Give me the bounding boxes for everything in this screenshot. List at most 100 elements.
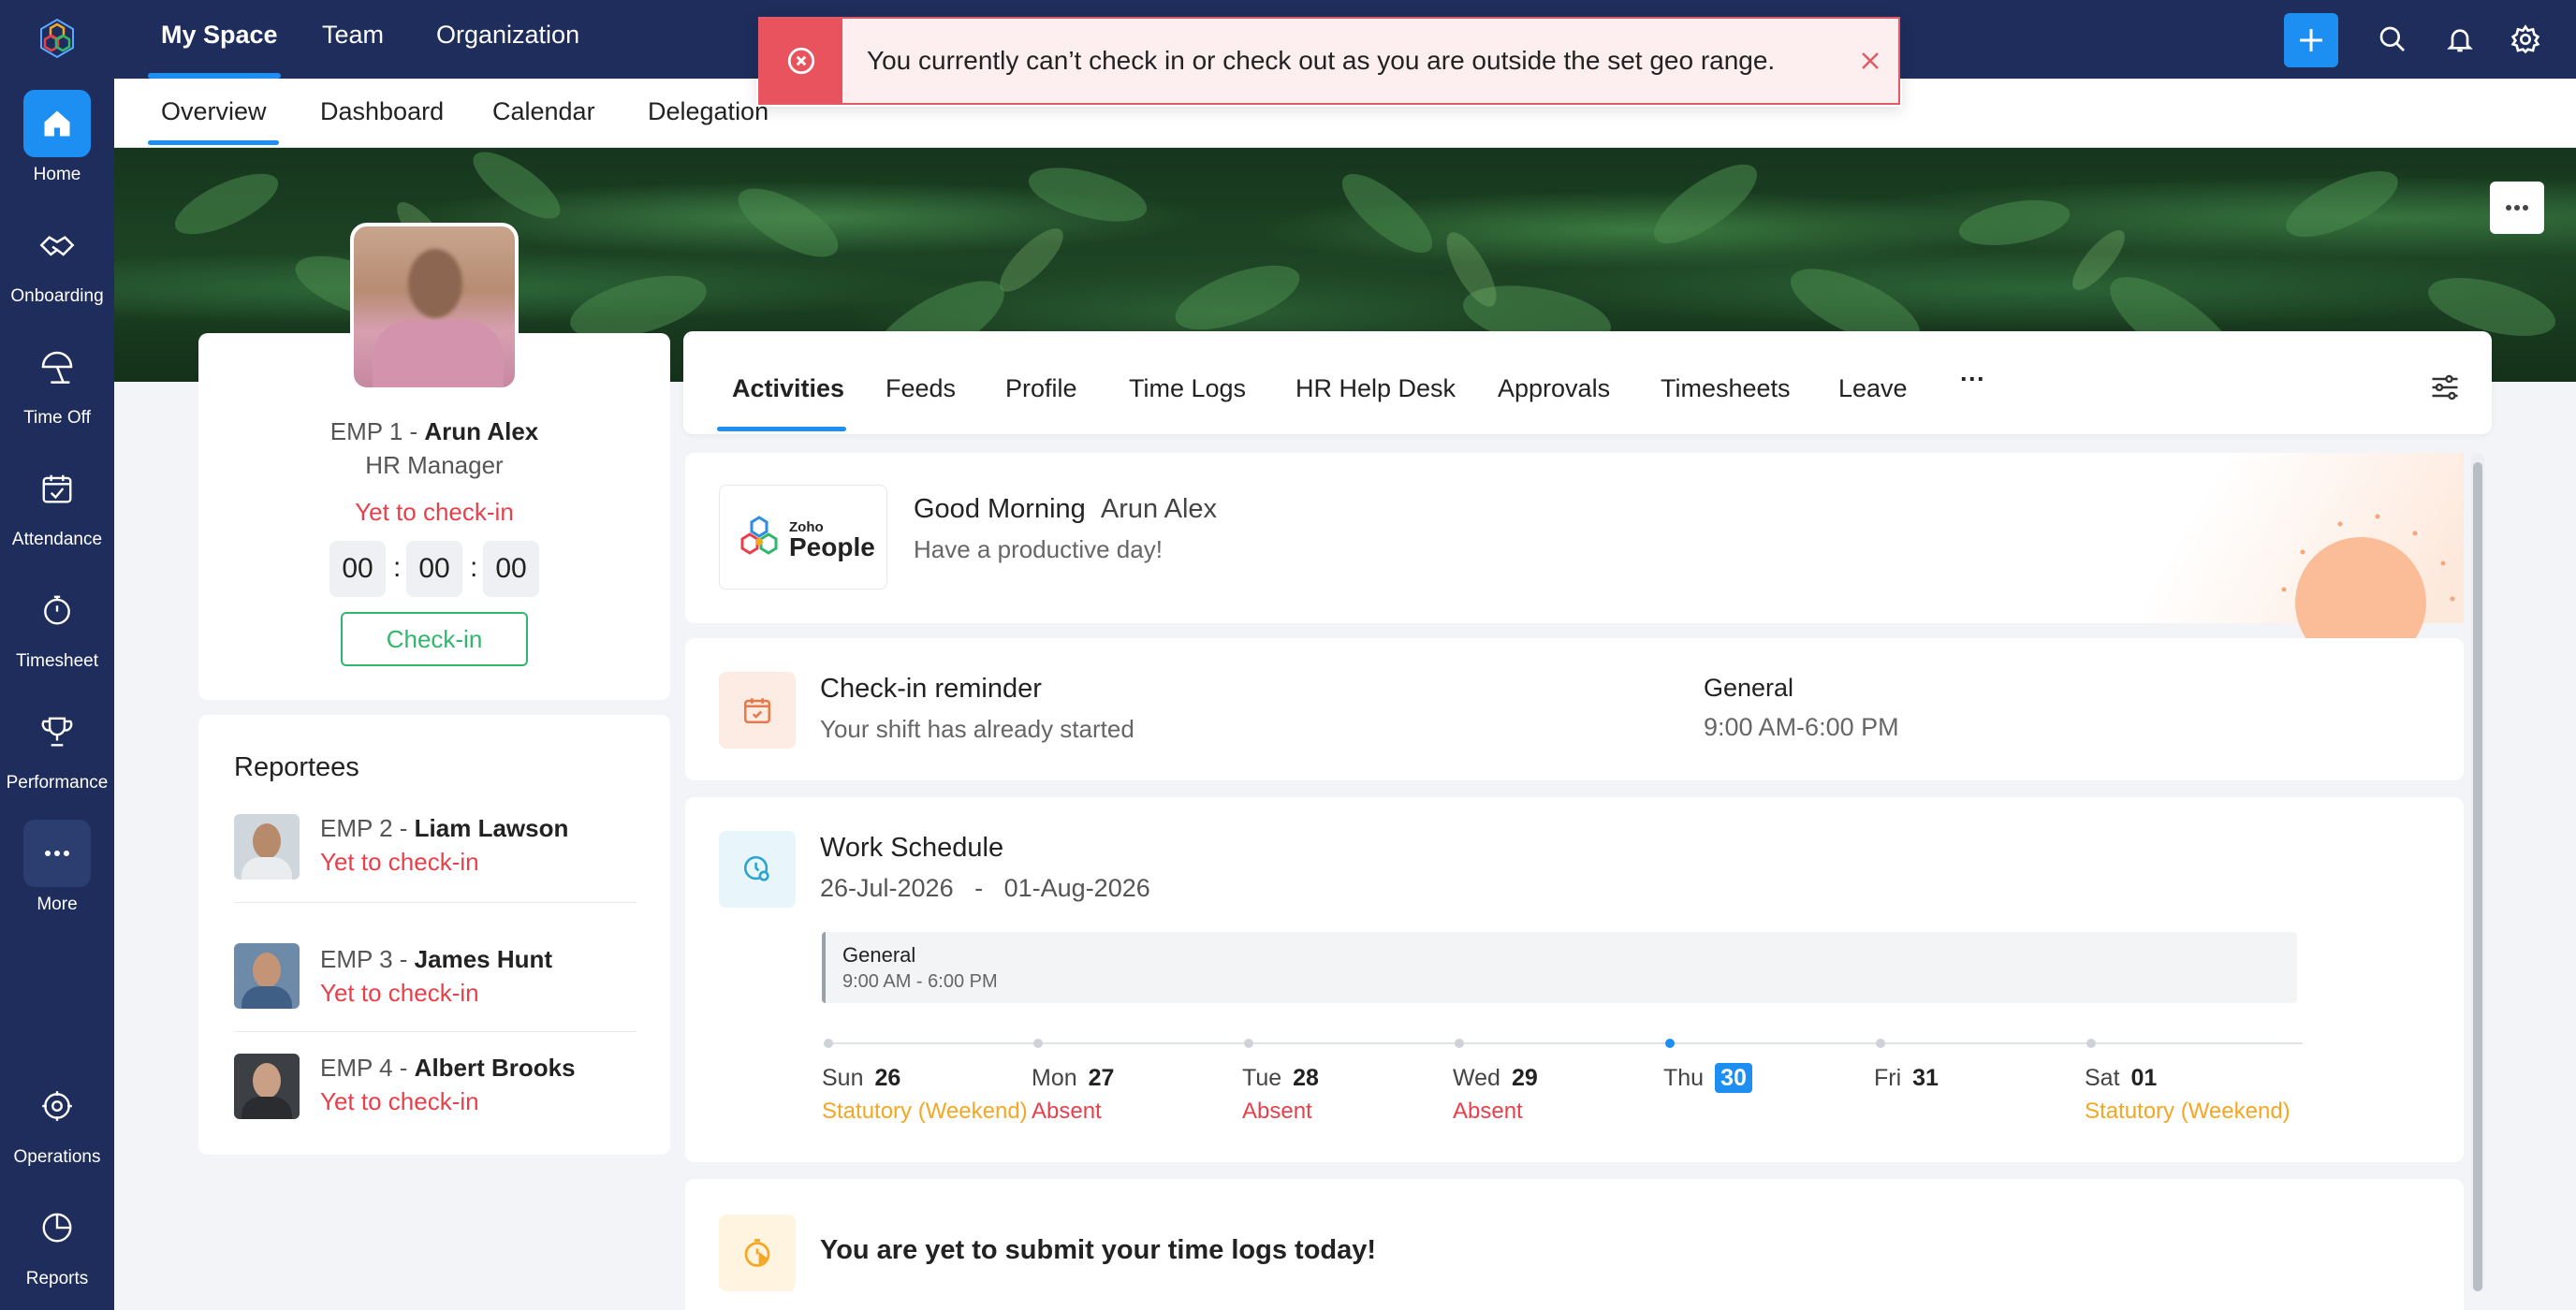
- app-logo-icon[interactable]: [36, 17, 79, 60]
- tab-approvals[interactable]: Approvals: [1498, 374, 1610, 403]
- operations-icon: [23, 1072, 91, 1140]
- timelog-reminder-title: You are yet to submit your time logs tod…: [820, 1235, 1377, 1265]
- reportee-status: Yet to check-in: [320, 979, 479, 1007]
- avatar[interactable]: [350, 223, 519, 391]
- pie-chart-icon: [23, 1194, 91, 1261]
- sidebar-item-label: Home: [33, 165, 81, 184]
- greeting-title: Good Morning Arun Alex: [914, 494, 1218, 524]
- timeline-dot: [1876, 1039, 1885, 1048]
- banner-more-button[interactable]: [2490, 182, 2544, 234]
- tab-activities[interactable]: Activities: [732, 374, 844, 403]
- stopwatch-icon: [719, 1215, 796, 1291]
- sidebar-item-onboarding[interactable]: Onboarding: [0, 211, 114, 331]
- tab-leave[interactable]: Leave: [1838, 374, 1908, 403]
- avatar[interactable]: [234, 814, 300, 880]
- reportee-name[interactable]: EMP 4 - Albert Brooks: [320, 1054, 576, 1083]
- timer-seconds: 00: [483, 541, 539, 597]
- greeting-subtitle: Have a productive day!: [914, 535, 1163, 563]
- avatar[interactable]: [234, 943, 300, 1009]
- profile-role: HR Manager: [365, 451, 504, 479]
- reminder-title: Check-in reminder: [820, 674, 1042, 704]
- schedule-day[interactable]: Thu 30: [1663, 1063, 1752, 1093]
- day-date: 01: [2130, 1065, 2158, 1091]
- tab-calendar[interactable]: Calendar: [492, 97, 595, 126]
- settings-button[interactable]: [2507, 21, 2544, 58]
- notifications-button[interactable]: [2441, 21, 2479, 58]
- day-name: Sun: [822, 1065, 864, 1091]
- sidebar-item-label: Onboarding: [10, 286, 104, 306]
- tab-time-logs[interactable]: Time Logs: [1129, 374, 1246, 403]
- schedule-timeline: [824, 1042, 2303, 1044]
- sidebar-item-attendance[interactable]: Attendance: [0, 455, 114, 575]
- timeline-dot: [824, 1039, 833, 1048]
- tab-timesheets[interactable]: Timesheets: [1661, 374, 1791, 403]
- sidebar-item-more[interactable]: More: [0, 820, 114, 939]
- timeline-dot: [1033, 1039, 1043, 1048]
- day-date: 26: [874, 1065, 901, 1091]
- day-status: Absent: [1032, 1099, 1102, 1124]
- shift-time: 9:00 AM - 6:00 PM: [842, 971, 998, 992]
- timeline-dot: [1665, 1039, 1675, 1048]
- day-date: 27: [1088, 1065, 1115, 1091]
- sidebar-item-performance[interactable]: Performance: [0, 698, 114, 818]
- calendar-check-icon: [23, 455, 91, 522]
- sidebar: Home Onboarding Time Off Attendance Time…: [0, 0, 114, 1310]
- toast-close-button[interactable]: [1842, 33, 1898, 89]
- timeline-dot: [1455, 1039, 1464, 1048]
- reminder-shift-name: General: [1704, 674, 1794, 702]
- reportees-title: Reportees: [234, 752, 359, 782]
- sidebar-item-reports[interactable]: Reports: [0, 1194, 114, 1310]
- day-name: Sat: [2085, 1065, 2120, 1091]
- tab-hr-help-desk[interactable]: HR Help Desk: [1295, 374, 1456, 403]
- sidebar-item-label: Time Off: [23, 408, 91, 428]
- schedule-day[interactable]: Sun 26: [822, 1065, 900, 1092]
- divider: [234, 902, 637, 903]
- stopwatch-icon: [23, 576, 91, 644]
- tab-dashboard[interactable]: Dashboard: [320, 97, 444, 126]
- sidebar-item-label: Operations: [13, 1147, 101, 1167]
- sidebar-item-home[interactable]: Home: [0, 90, 114, 210]
- day-status: Absent: [1242, 1099, 1312, 1124]
- schedule-day[interactable]: Sat 01: [2085, 1065, 2157, 1092]
- schedule-day[interactable]: Wed 29: [1453, 1065, 1538, 1092]
- tab-organization[interactable]: Organization: [436, 21, 579, 50]
- clock-user-icon: [719, 831, 796, 908]
- tab-delegation[interactable]: Delegation: [648, 97, 768, 126]
- trophy-icon: [23, 698, 91, 765]
- reportee-name[interactable]: EMP 2 - Liam Lawson: [320, 814, 568, 843]
- handshake-icon: [23, 211, 91, 279]
- timer-separator: :: [470, 552, 478, 583]
- profile-status: Yet to check-in: [355, 498, 514, 526]
- schedule-day[interactable]: Fri 31: [1874, 1065, 1939, 1092]
- profile-name: EMP 1 - Arun Alex: [329, 417, 539, 445]
- tab-feeds[interactable]: Feeds: [886, 374, 956, 403]
- sidebar-item-label: Performance: [6, 773, 109, 793]
- scrollbar-thumb[interactable]: [2473, 462, 2482, 1291]
- day-name: Tue: [1242, 1065, 1282, 1091]
- tab-overview[interactable]: Overview: [161, 97, 267, 126]
- avatar[interactable]: [234, 1054, 300, 1119]
- close-icon: [1862, 52, 1879, 69]
- checkin-reminder-card: [685, 638, 2464, 780]
- day-name: Wed: [1453, 1065, 1500, 1091]
- sidebar-item-timesheet[interactable]: Timesheet: [0, 576, 114, 696]
- day-date: 31: [1912, 1065, 1939, 1091]
- shift-block[interactable]: [822, 932, 2297, 1003]
- search-button[interactable]: [2374, 21, 2411, 58]
- schedule-day[interactable]: Mon 27: [1032, 1065, 1114, 1092]
- tab-profile[interactable]: Profile: [1005, 374, 1077, 403]
- schedule-day[interactable]: Tue 28: [1242, 1065, 1319, 1092]
- customize-icon[interactable]: [2428, 371, 2462, 404]
- sidebar-item-time-off[interactable]: Time Off: [0, 333, 114, 453]
- timer-separator: :: [393, 552, 402, 583]
- reportee-name[interactable]: EMP 3 - James Hunt: [320, 945, 552, 974]
- reminder-subtitle: Your shift has already started: [820, 715, 1134, 743]
- tabs-more-button[interactable]: ···: [1960, 365, 1985, 394]
- search-icon: [2379, 26, 2405, 51]
- check-in-button[interactable]: Check-in: [341, 612, 528, 666]
- add-button[interactable]: [2284, 13, 2338, 67]
- tab-team[interactable]: Team: [322, 21, 384, 50]
- divider: [234, 1031, 637, 1032]
- tab-my-space[interactable]: My Space: [161, 21, 278, 50]
- sidebar-item-operations[interactable]: Operations: [0, 1072, 114, 1192]
